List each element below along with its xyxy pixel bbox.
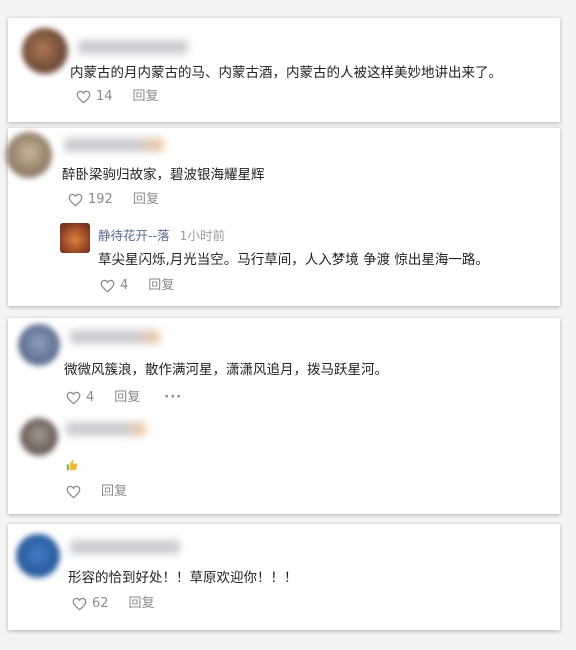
thumbs-up-icon: [66, 460, 78, 471]
comment-text: 内蒙古的月内蒙古的马、内蒙古酒，内蒙古的人被这样美妙地讲出来了。: [70, 65, 502, 81]
heart-icon: [100, 279, 115, 293]
like-button[interactable]: [66, 485, 81, 499]
reply-button[interactable]: 回复: [133, 192, 159, 208]
reply-button[interactable]: 回复: [101, 484, 127, 500]
heart-icon: [68, 193, 83, 207]
like-count: 192: [88, 192, 113, 207]
author-name[interactable]: [78, 40, 188, 54]
reply-actions: 4 回复: [100, 278, 174, 294]
reply-time: 1小时前: [179, 228, 225, 243]
author-name[interactable]: [70, 330, 160, 344]
like-button[interactable]: 62: [72, 596, 109, 612]
author-name[interactable]: [70, 540, 180, 554]
avatar[interactable]: [22, 28, 68, 74]
like-count: 4: [86, 390, 95, 405]
heart-icon: [72, 597, 87, 611]
comment-actions: 192 回复: [68, 192, 159, 208]
comment-actions: 14 回复: [76, 89, 159, 105]
reply-button[interactable]: 回复: [129, 596, 155, 612]
like-count: 4: [120, 278, 129, 293]
like-button[interactable]: 14: [76, 89, 113, 105]
like-button[interactable]: 192: [68, 192, 113, 208]
reply-text: 草尖星闪烁,月光当空。马行草间，人入梦境 争渡 惊出星海一路。: [98, 252, 489, 268]
comment-feed: 内蒙古的月内蒙古的马、内蒙古酒，内蒙古的人被这样美妙地讲出来了。 14 回复 醉…: [0, 0, 576, 650]
like-count: 62: [92, 596, 109, 611]
reply-actions: 回复: [66, 484, 127, 500]
reply-button[interactable]: 回复: [133, 89, 159, 105]
heart-icon: [76, 90, 91, 104]
heart-icon: [66, 485, 81, 499]
comment-card: 内蒙古的月内蒙古的马、内蒙古酒，内蒙古的人被这样美妙地讲出来了。 14 回复: [8, 18, 560, 122]
reply-button[interactable]: 回复: [148, 278, 174, 294]
comment-actions: 4 回复 ···: [66, 390, 182, 406]
reply-author-row: 静待花开--落 1小时前: [98, 225, 225, 244]
author-name[interactable]: [64, 138, 164, 152]
reply-button[interactable]: 回复: [114, 390, 140, 406]
like-count: 14: [96, 89, 113, 104]
avatar[interactable]: [16, 534, 60, 578]
comment-text: 微微风簇浪，散作满河星，潇潇风追月，拨马跃星河。: [64, 362, 388, 378]
avatar[interactable]: [6, 132, 52, 178]
more-options-button[interactable]: ···: [164, 390, 182, 406]
comment-card: 醉卧梁驹归故家，碧波银海耀星辉 192 回复 静待花开--落 1小时前 草尖星闪烁…: [6, 128, 560, 306]
reply-avatar[interactable]: [20, 418, 58, 456]
comment-actions: 62 回复: [72, 596, 155, 612]
comment-card: 微微风簇浪，散作满河星，潇潇风追月，拨马跃星河。 4 回复 ··· 回复: [8, 318, 560, 514]
like-button[interactable]: 4: [100, 278, 128, 294]
avatar[interactable]: [18, 324, 60, 366]
comment-text: 形容的恰到好处！！草原欢迎你！！！: [68, 570, 298, 586]
reply-avatar[interactable]: [60, 223, 90, 253]
comment-text: 醉卧梁驹归故家，碧波银海耀星辉: [62, 167, 265, 183]
comment-card: 形容的恰到好处！！草原欢迎你！！！ 62 回复: [8, 524, 560, 630]
reply-author-name[interactable]: [66, 422, 146, 436]
reply-author[interactable]: 静待花开--落: [98, 228, 170, 243]
heart-icon: [66, 391, 81, 405]
like-button[interactable]: 4: [66, 390, 94, 406]
